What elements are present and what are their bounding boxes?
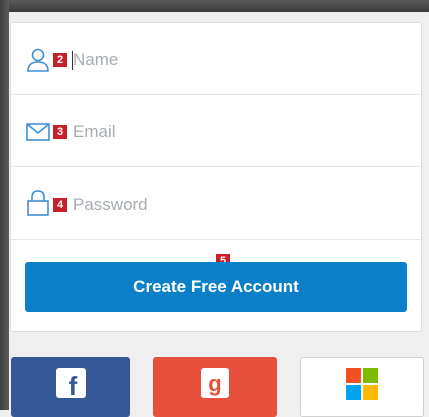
microsoft-login-button[interactable] <box>300 357 424 417</box>
create-account-button[interactable]: Create Free Account <box>25 262 407 312</box>
svg-text:f: f <box>68 371 77 398</box>
name-input[interactable] <box>73 48 393 72</box>
google-icon: g <box>201 368 229 403</box>
svg-text:g: g <box>208 371 221 396</box>
google-login-button[interactable]: g <box>153 357 277 417</box>
email-input[interactable] <box>73 120 393 144</box>
step-badge: 2 <box>53 53 67 67</box>
password-field-row: 4 <box>11 167 421 240</box>
name-field-row: 2 <box>11 23 421 95</box>
window-left-frame <box>0 0 9 410</box>
facebook-login-button[interactable]: f <box>11 357 130 417</box>
facebook-icon: f <box>55 368 86 403</box>
user-icon <box>25 47 51 73</box>
text-caret <box>72 51 73 70</box>
microsoft-icon <box>346 368 378 405</box>
signup-form-card: 2 3 4 5 Create Free Account <box>10 22 422 332</box>
window-top-frame <box>0 0 429 12</box>
step-badge: 4 <box>53 198 67 212</box>
envelope-icon <box>25 119 51 145</box>
password-input[interactable] <box>73 193 393 217</box>
lock-icon <box>25 189 51 216</box>
step-badge: 3 <box>53 125 67 139</box>
email-field-row: 3 <box>11 95 421 167</box>
